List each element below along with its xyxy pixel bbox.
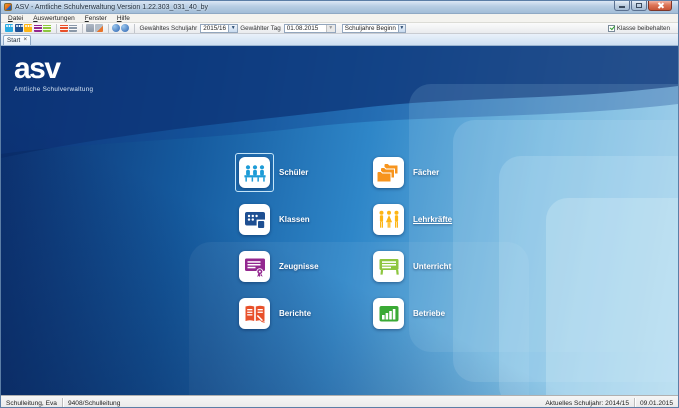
home-screen: asv Amtliche Schulverwaltung Schüler [1, 46, 678, 395]
toolbar-separator [82, 24, 83, 33]
menu-hilfe[interactable]: Hilfe [112, 15, 135, 22]
tab-close-icon[interactable]: × [23, 37, 27, 44]
board-icon[interactable] [373, 251, 404, 282]
toolbar-separator [134, 24, 135, 33]
background-shape [546, 198, 678, 395]
day-preset-value: Schuljahre Beginn [343, 25, 398, 32]
module-faecher-label[interactable]: Fächer [413, 168, 439, 177]
asv-logo: asv Amtliche Schulverwaltung [14, 54, 93, 93]
module-zeugnisse[interactable]: Zeugnisse [239, 251, 319, 282]
keep-class-checkbox-group[interactable]: Klasse beibehalten [608, 25, 670, 32]
day-preset-combobox[interactable]: Schuljahre Beginn ▼ [342, 24, 406, 33]
keep-class-checkbox[interactable] [608, 25, 615, 32]
status-current-year: Aktuelles Schuljahr: 2014/15 [540, 396, 634, 408]
module-berichte-label[interactable]: Berichte [279, 309, 311, 318]
export-mini-icon[interactable] [95, 24, 103, 32]
info-globe-icon[interactable] [112, 24, 120, 32]
folder-mini-icon[interactable] [86, 24, 94, 32]
report-book-icon[interactable] [239, 298, 270, 329]
status-date: 09.01.2015 [635, 396, 678, 408]
help-icon[interactable] [121, 24, 129, 32]
minimize-icon [619, 6, 625, 8]
maximize-button[interactable] [631, 1, 647, 11]
chevron-down-icon[interactable]: ▼ [228, 25, 237, 32]
status-bar: Schulleitung, Eva 9408/Schulleitung Aktu… [1, 395, 678, 408]
classes-mini-icon[interactable] [15, 24, 23, 32]
keep-class-label: Klasse beibehalten [617, 25, 670, 32]
evaluations-mini-icon[interactable] [69, 24, 77, 32]
status-user: Schulleitung, Eva [1, 396, 62, 408]
teachers-mini-icon[interactable] [24, 24, 32, 32]
app-icon [4, 3, 12, 11]
classes-icon[interactable] [239, 204, 270, 235]
module-klassen-label[interactable]: Klassen [279, 215, 310, 224]
certificates-mini-icon[interactable] [34, 24, 42, 32]
module-berichte[interactable]: Berichte [239, 298, 311, 329]
module-betriebe-label[interactable]: Betriebe [413, 309, 445, 318]
reports-mini-icon[interactable] [60, 24, 68, 32]
day-value: 01.08.2015 [285, 25, 321, 32]
teachers-icon[interactable] [373, 204, 404, 235]
module-schueler-label[interactable]: Schüler [279, 168, 308, 177]
certificate-icon[interactable] [239, 251, 270, 282]
menu-bar: Datei Auswertungen Fenster Hilfe [1, 14, 678, 23]
close-button[interactable] [648, 1, 672, 11]
maximize-icon [636, 3, 642, 8]
tab-start[interactable]: Start × [3, 35, 31, 45]
module-lehrkraefte-label[interactable]: Lehrkräfte [413, 215, 452, 224]
tab-bar: Start × [1, 34, 678, 46]
module-klassen[interactable]: Klassen [239, 204, 310, 235]
school-year-label: Gewähltes Schuljahr [140, 25, 198, 32]
minimize-button[interactable] [614, 1, 630, 11]
asv-tagline: Amtliche Schulverwaltung [14, 86, 93, 93]
school-year-combobox[interactable]: 2015/16 ▼ [200, 24, 238, 33]
menu-fenster[interactable]: Fenster [80, 15, 112, 22]
students-mini-icon[interactable] [5, 24, 13, 32]
school-year-value: 2015/16 [201, 25, 228, 32]
asv-logo-text: asv [14, 54, 93, 84]
module-unterricht[interactable]: Unterricht [373, 251, 451, 282]
menu-datei[interactable]: Datei [3, 15, 28, 22]
day-field[interactable]: 01.08.2015 ▼ [284, 24, 336, 33]
toolbar-separator [56, 24, 57, 33]
lessons-mini-icon[interactable] [43, 24, 51, 32]
menu-auswertungen[interactable]: Auswertungen [28, 15, 80, 22]
module-zeugnisse-label[interactable]: Zeugnisse [279, 262, 319, 271]
window-title: ASV - Amtliche Schulverwaltung Version 1… [15, 4, 208, 11]
module-faecher[interactable]: Fächer [373, 157, 439, 188]
toolbar: Gewähltes Schuljahr 2015/16 ▼ Gewählter … [1, 23, 678, 34]
chevron-down-icon: ▼ [326, 25, 335, 32]
day-label: Gewählter Tag [240, 25, 281, 32]
folders-icon[interactable] [373, 157, 404, 188]
tab-start-label: Start [7, 37, 20, 44]
module-betriebe[interactable]: Betriebe [373, 298, 445, 329]
module-schueler[interactable]: Schüler [239, 157, 308, 188]
toolbar-separator [108, 24, 109, 33]
module-lehrkraefte[interactable]: Lehrkräfte [373, 204, 452, 235]
bar-chart-icon[interactable] [373, 298, 404, 329]
status-school: 9408/Schulleitung [63, 396, 125, 408]
students-icon[interactable] [239, 157, 270, 188]
title-bar: ASV - Amtliche Schulverwaltung Version 1… [1, 1, 678, 14]
chevron-down-icon[interactable]: ▼ [398, 25, 405, 32]
close-icon [657, 2, 664, 9]
module-unterricht-label[interactable]: Unterricht [413, 262, 451, 271]
asv-application-window: ASV - Amtliche Schulverwaltung Version 1… [0, 0, 679, 408]
